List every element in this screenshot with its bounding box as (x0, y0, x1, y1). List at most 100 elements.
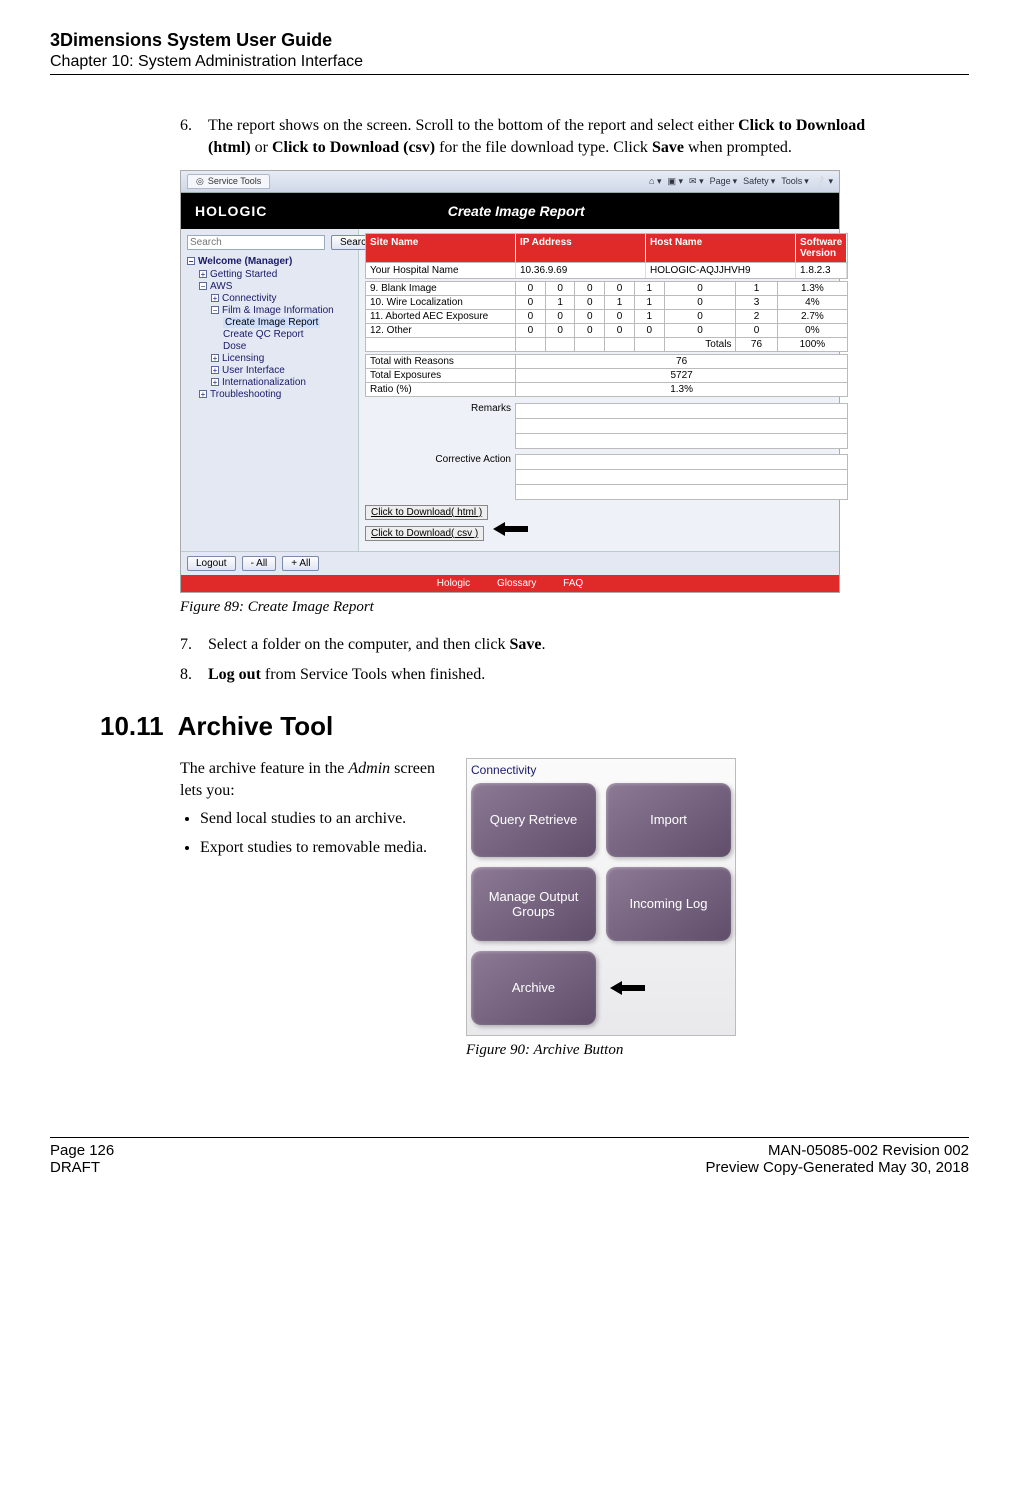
app-header: HOLOGIC Create Image Report (181, 193, 839, 229)
bold: Save (652, 139, 684, 156)
step-list-2: 7. Select a folder on the computer, and … (180, 634, 909, 687)
site-info-row: Your Hospital Name 10.36.9.69 HOLOGIC-AQ… (365, 263, 848, 279)
download-csv-link[interactable]: Click to Download( csv ) (365, 526, 484, 541)
download-html-link[interactable]: Click to Download( html ) (365, 505, 488, 520)
query-retrieve-button[interactable]: Query Retrieve (471, 783, 596, 857)
step-num: 7. (180, 634, 208, 656)
mail-icon[interactable]: ✉ ▾ (689, 176, 704, 187)
incoming-log-button[interactable]: Incoming Log (606, 867, 731, 941)
tree-item[interactable]: +User Interface (211, 365, 352, 376)
figure-89-caption: Figure 89: Create Image Report (180, 599, 909, 616)
cell: HOLOGIC-AQJJHVH9 (646, 263, 796, 278)
import-button[interactable]: Import (606, 783, 731, 857)
footer-link[interactable]: FAQ (563, 578, 583, 589)
archive-text: The archive feature in the Admin screen … (180, 758, 440, 1077)
doc-title: 3Dimensions System User Guide (50, 30, 969, 51)
remarks-label: Remarks (365, 403, 515, 417)
step-text: Select a folder on the computer, and the… (208, 634, 909, 656)
manage-output-groups-button[interactable]: Manage Output Groups (471, 867, 596, 941)
step-6: 6. The report shows on the screen. Scrol… (180, 115, 909, 160)
preview-date: Preview Copy-Generated May 30, 2018 (706, 1159, 969, 1176)
tree-root[interactable]: −Welcome (Manager) (187, 256, 352, 267)
draft-label: DRAFT (50, 1159, 114, 1176)
bold: Click to Download (csv) (272, 139, 435, 156)
footer-link[interactable]: Hologic (437, 578, 470, 589)
arrow-left-icon (610, 981, 648, 995)
figure-90: Connectivity Query Retrieve Import Manag… (466, 758, 736, 1077)
archive-section: The archive feature in the Admin screen … (180, 758, 969, 1077)
bold: Save (509, 636, 541, 653)
page-menu[interactable]: Page ▾ (710, 176, 738, 187)
corrective-field[interactable] (515, 469, 848, 485)
text: for the file download type. Click (435, 139, 652, 156)
table-row: 12. Other00000000% (366, 323, 848, 337)
col-host: Host Name (646, 234, 796, 262)
search-input[interactable] (187, 235, 325, 250)
collapse-all-button[interactable]: - All (242, 556, 277, 571)
archive-button[interactable]: Archive (471, 951, 596, 1025)
arrow-left-icon (493, 522, 531, 536)
table-row: 9. Blank Image00001011.3% (366, 281, 848, 295)
home-icon[interactable]: ⌂ ▾ (649, 176, 661, 187)
feed-icon[interactable]: ▣ ▾ (668, 176, 684, 187)
tree-item[interactable]: +Getting Started (199, 269, 352, 280)
corrective-field[interactable] (515, 454, 848, 470)
italic: Admin (348, 760, 390, 777)
tree-item[interactable]: +Connectivity (211, 293, 352, 304)
tree-item[interactable]: Dose (223, 341, 352, 352)
corrective-field[interactable] (515, 484, 848, 500)
remarks-block: Remarks (365, 403, 848, 448)
tree-item[interactable]: −Film & Image Information (211, 305, 352, 316)
tab-label: Service Tools (208, 176, 261, 186)
step-list: 6. The report shows on the screen. Scrol… (180, 115, 909, 160)
step-7: 7. Select a folder on the computer, and … (180, 634, 909, 656)
col-ip: IP Address (516, 234, 646, 262)
tree-item[interactable]: +Troubleshooting (199, 389, 352, 400)
safety-menu[interactable]: Safety ▾ (743, 176, 775, 187)
bullet-item: Export studies to removable media. (200, 837, 440, 859)
table-row: 10. Wire Localization01011034% (366, 295, 848, 309)
table-row: 11. Aborted AEC Exposure00001022.7% (366, 309, 848, 323)
text: when prompted. (684, 139, 792, 156)
expand-all-button[interactable]: + All (282, 556, 319, 571)
step-text: Log out from Service Tools when finished… (208, 664, 909, 686)
figure-89: ◎ Service Tools ⌂ ▾ ▣ ▾ ✉ ▾ Page ▾ Safet… (180, 170, 840, 593)
tree-item[interactable]: −AWS (199, 281, 352, 292)
text: The archive feature in the (180, 760, 348, 777)
body-block: 6. The report shows on the screen. Scrol… (180, 115, 909, 687)
col-site: Site Name (366, 234, 516, 262)
help-icon[interactable]: ❔ ▾ (815, 176, 833, 187)
figure-90-caption: Figure 90: Archive Button (466, 1042, 736, 1059)
step-8: 8. Log out from Service Tools when finis… (180, 664, 909, 686)
section-num: 10.11 (100, 711, 164, 742)
bold: Log out (208, 666, 261, 683)
remarks-field[interactable] (515, 418, 848, 434)
column-headers: Site Name IP Address Host Name Software … (365, 233, 848, 263)
page-header: 3Dimensions System User Guide Chapter 10… (50, 30, 969, 75)
bullet-item: Send local studies to an archive. (200, 808, 440, 830)
footer-bar: Hologic Glossary FAQ (181, 575, 839, 592)
footer-link[interactable]: Glossary (497, 578, 536, 589)
download-links: Click to Download( html ) Click to Downl… (365, 505, 848, 543)
page-number: Page 126 (50, 1142, 114, 1159)
tree-item[interactable]: +Licensing (211, 353, 352, 364)
brand-logo: HOLOGIC (195, 203, 267, 219)
step-num: 6. (180, 115, 208, 160)
tree-item-selected[interactable]: Create Image Report (223, 317, 352, 328)
remarks-field[interactable] (515, 433, 848, 449)
step-num: 8. (180, 664, 208, 686)
tree-item[interactable]: Create QC Report (223, 329, 352, 340)
favicon-icon: ◎ (196, 176, 204, 187)
tree-item[interactable]: +Internationalization (211, 377, 352, 388)
browser-tab[interactable]: ◎ Service Tools (187, 174, 270, 189)
page-title: Create Image Report (448, 203, 585, 219)
summary-grid: Total with Reasons76 Total Exposures5727… (365, 354, 848, 397)
report-grid: 9. Blank Image00001011.3% 10. Wire Local… (365, 281, 848, 352)
cell: Your Hospital Name (366, 263, 516, 278)
remarks-field[interactable] (515, 403, 848, 419)
panel-title: Connectivity (471, 763, 731, 777)
tools-menu[interactable]: Tools ▾ (781, 176, 809, 187)
svc-body: Search −Welcome (Manager) +Getting Start… (181, 229, 839, 551)
section-heading: 10.11 Archive Tool (100, 711, 969, 742)
logout-button[interactable]: Logout (187, 556, 236, 571)
